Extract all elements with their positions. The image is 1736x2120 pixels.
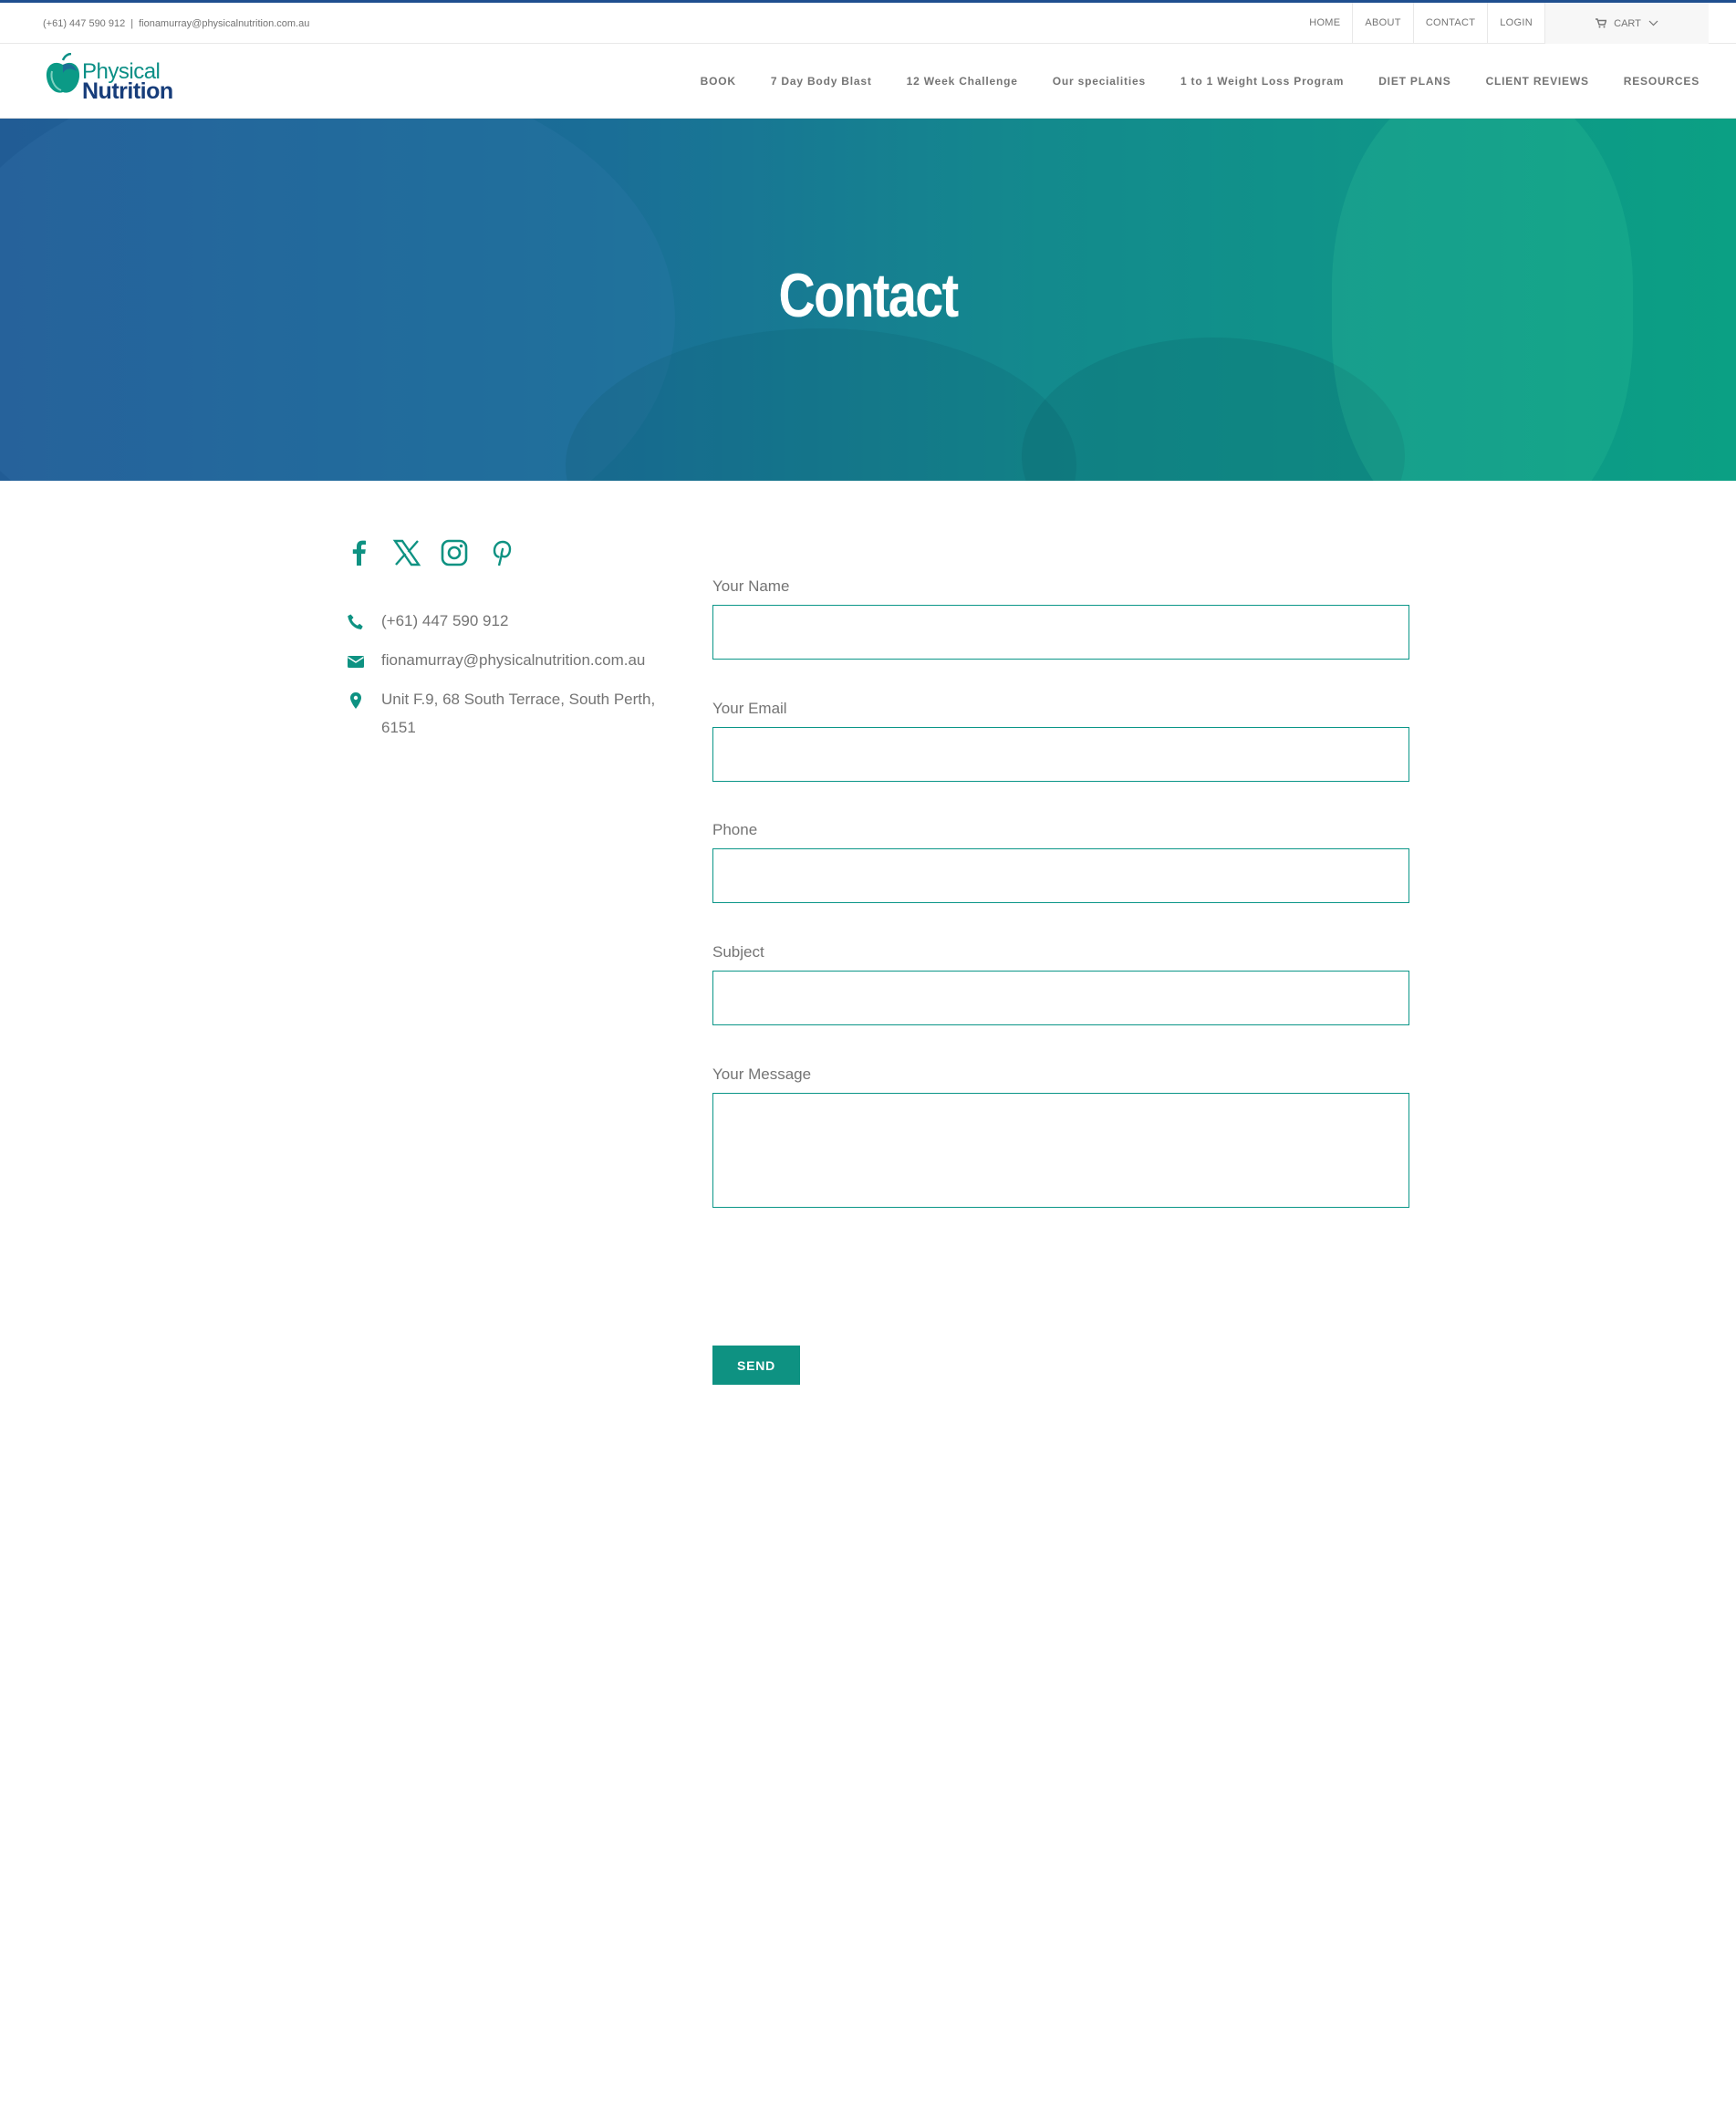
send-button[interactable]: SEND bbox=[712, 1346, 800, 1385]
logo-text-nutrition: Nutrition bbox=[82, 78, 173, 104]
name-field-group: Your Name bbox=[712, 575, 1409, 697]
contact-details: (+61) 447 590 912 fionamurray@physicalnu… bbox=[345, 607, 673, 753]
contact-phone[interactable]: (+61) 447 590 912 bbox=[381, 612, 508, 629]
topbar-phone[interactable]: (+61) 447 590 912 bbox=[43, 18, 125, 29]
facebook-icon[interactable] bbox=[345, 538, 374, 567]
contact-email[interactable]: fionamurray@physicalnutrition.com.au bbox=[381, 651, 645, 669]
phone-label: Phone bbox=[712, 821, 758, 838]
nav-client-reviews[interactable]: CLIENT REVIEWS bbox=[1486, 75, 1589, 88]
page-title-banner: Contact bbox=[0, 119, 1736, 481]
main-nav: BOOK 7 Day Body Blast 12 Week Challenge … bbox=[701, 44, 1700, 119]
nav-book[interactable]: BOOK bbox=[701, 75, 736, 88]
topnav-contact[interactable]: CONTACT bbox=[1412, 3, 1487, 44]
subject-label: Subject bbox=[712, 943, 764, 961]
nav-1-to-1-weight-loss[interactable]: 1 to 1 Weight Loss Program bbox=[1180, 75, 1344, 88]
topbar-email[interactable]: fionamurray@physicalnutrition.com.au bbox=[139, 18, 309, 29]
contact-address: Unit F.9, 68 South Terrace, South Perth,… bbox=[381, 691, 656, 736]
nav-our-specialities[interactable]: Our specialities bbox=[1053, 75, 1146, 88]
instagram-icon[interactable] bbox=[440, 538, 469, 567]
phone-input[interactable] bbox=[712, 848, 1409, 903]
chevron-down-icon bbox=[1648, 20, 1658, 26]
envelope-icon bbox=[347, 651, 365, 670]
site-logo[interactable]: Physical Nutrition bbox=[45, 53, 182, 104]
email-input[interactable] bbox=[712, 727, 1409, 782]
x-icon[interactable] bbox=[392, 538, 421, 567]
contact-phone-item: (+61) 447 590 912 bbox=[345, 607, 673, 635]
phone-icon bbox=[347, 612, 365, 630]
nav-diet-plans[interactable]: DIET PLANS bbox=[1378, 75, 1450, 88]
name-input[interactable] bbox=[712, 605, 1409, 660]
topnav-home[interactable]: HOME bbox=[1297, 3, 1352, 44]
name-label: Your Name bbox=[712, 577, 790, 595]
topnav-login[interactable]: LOGIN bbox=[1487, 3, 1544, 44]
cart-icon bbox=[1596, 18, 1607, 28]
topnav-about[interactable]: ABOUT bbox=[1352, 3, 1412, 44]
social-links bbox=[345, 538, 516, 567]
contact-email-item: fionamurray@physicalnutrition.com.au bbox=[345, 646, 673, 674]
subject-field-group: Subject bbox=[712, 940, 1409, 1063]
subject-input[interactable] bbox=[712, 971, 1409, 1025]
topbar-contact-info: (+61) 447 590 912 | fionamurray@physicalnu… bbox=[43, 18, 309, 29]
page-title: Contact bbox=[778, 261, 959, 330]
top-bar: (+61) 447 590 912 | fionamurray@physicalnu… bbox=[0, 0, 1736, 44]
contact-address-item: Unit F.9, 68 South Terrace, South Perth,… bbox=[345, 685, 673, 742]
nav-resources[interactable]: RESOURCES bbox=[1624, 75, 1700, 88]
pinterest-icon[interactable] bbox=[487, 538, 516, 567]
nav-12-week-challenge[interactable]: 12 Week Challenge bbox=[907, 75, 1018, 88]
email-field-group: Your Email bbox=[712, 697, 1409, 818]
secondary-nav: HOME ABOUT CONTACT LOGIN CART bbox=[1297, 3, 1736, 44]
map-marker-icon bbox=[347, 691, 365, 709]
topbar-separator: | bbox=[130, 18, 134, 29]
message-textarea[interactable] bbox=[712, 1093, 1409, 1208]
nav-7-day-body-blast[interactable]: 7 Day Body Blast bbox=[771, 75, 872, 88]
cart-button[interactable]: CART bbox=[1544, 3, 1709, 44]
cart-label: CART bbox=[1614, 17, 1641, 29]
message-label: Your Message bbox=[712, 1065, 812, 1083]
message-field-group: Your Message bbox=[712, 1063, 1409, 1208]
contact-form: Your Name Your Email Phone Subject Your … bbox=[712, 575, 1409, 1208]
phone-field-group: Phone bbox=[712, 818, 1409, 940]
main-header: Physical Nutrition BOOK 7 Day Body Blast… bbox=[0, 44, 1736, 119]
email-label: Your Email bbox=[712, 700, 787, 717]
